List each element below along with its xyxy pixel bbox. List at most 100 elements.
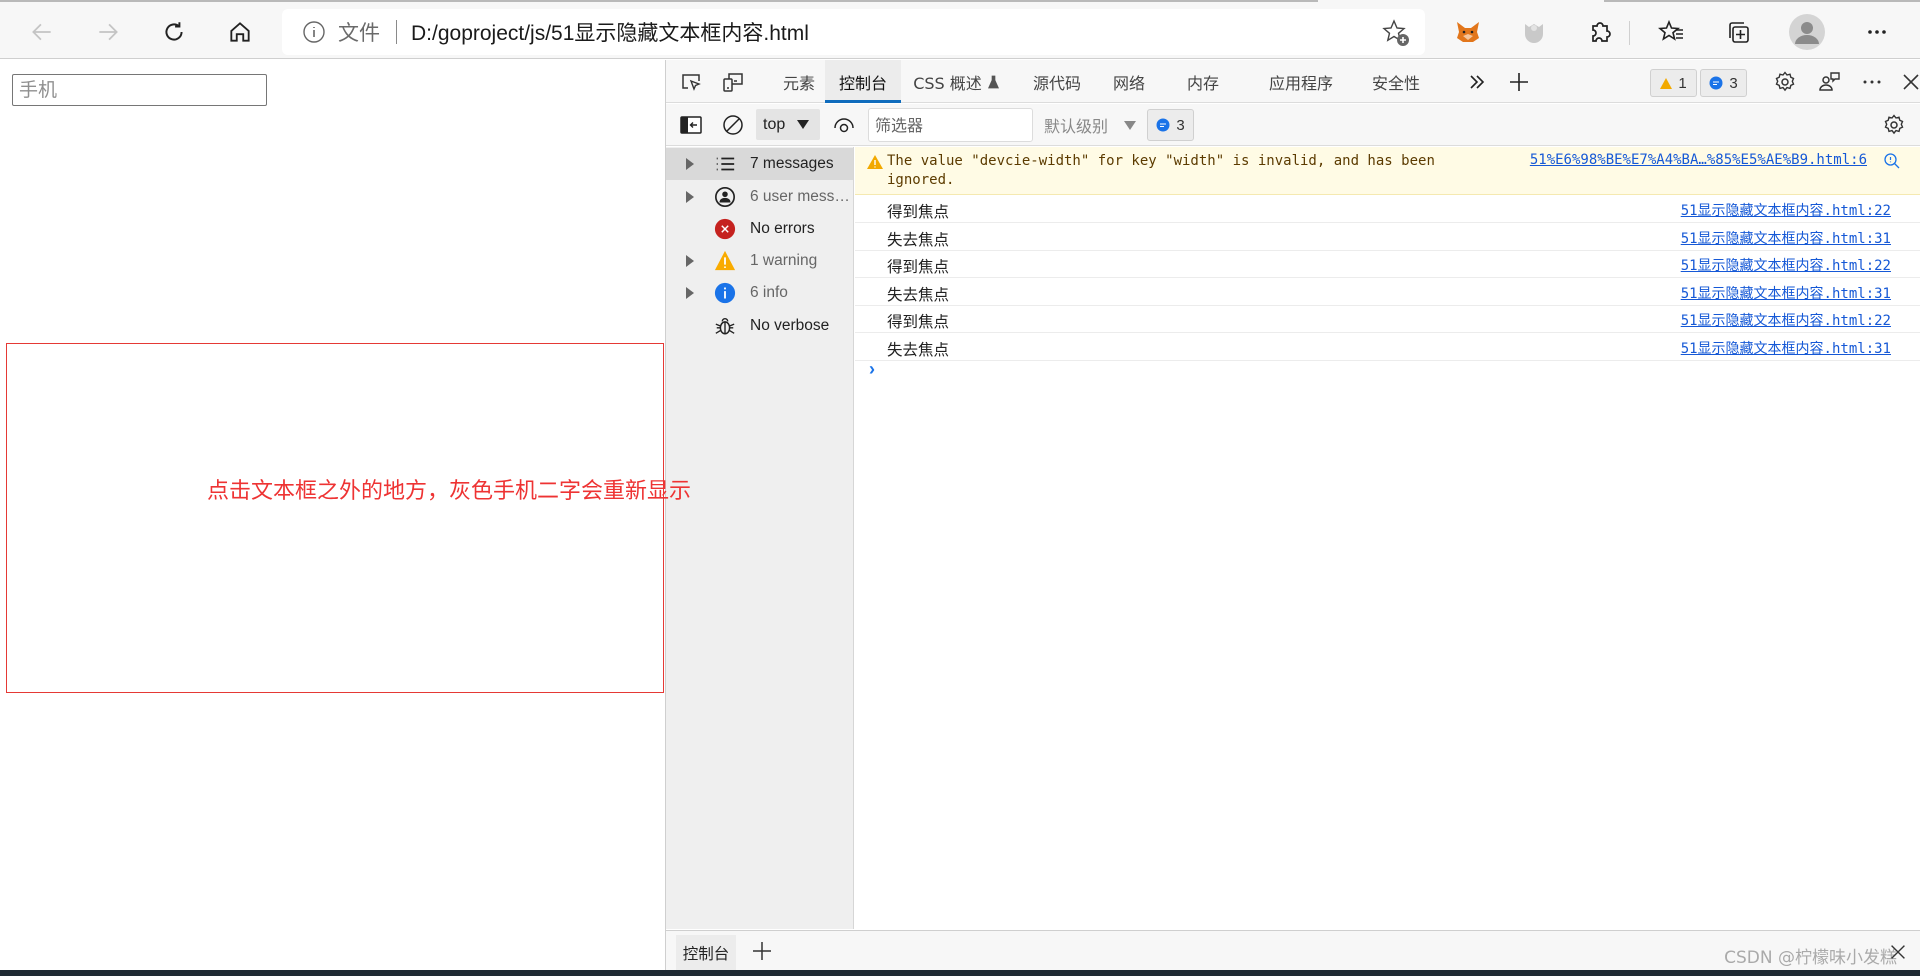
tab-memory[interactable]: 内存 (1178, 60, 1228, 103)
star-list-icon (1658, 19, 1683, 41)
refresh-button[interactable] (156, 14, 192, 50)
close-icon[interactable] (1887, 941, 1909, 963)
sidebar-item-errors[interactable]: No errors (666, 213, 853, 245)
console-log-row: 失去焦点 51显示隐藏文本框内容.html:31 (855, 224, 1920, 251)
arrow-right-icon (99, 23, 118, 41)
close-devtools-button[interactable] (1898, 69, 1920, 95)
log-message: 得到焦点 (887, 258, 950, 276)
watermark: CSDN @柠檬味小发糕 (1724, 948, 1897, 968)
close-icon (1903, 74, 1919, 90)
expand-triangle-icon[interactable] (686, 255, 694, 267)
log-level-select[interactable]: 默认级别 (1044, 109, 1137, 141)
more-tabs-button[interactable] (1464, 69, 1490, 95)
inspect-icon (682, 74, 701, 91)
chevron-double-right-icon (1470, 75, 1485, 89)
log-source-link[interactable]: 51显示隐藏文本框内容.html:22 (1681, 255, 1891, 275)
expand-triangle-icon[interactable] (686, 191, 694, 203)
back-button[interactable] (24, 14, 60, 50)
hint-text: 点击文本框之外的地方，灰色手机二字会重新显示 (207, 479, 692, 504)
tab-security[interactable]: 安全性 (1366, 60, 1426, 103)
ellipsis-icon (1863, 80, 1881, 84)
clear-console-button[interactable] (720, 112, 746, 138)
log-message: 失去焦点 (887, 286, 950, 304)
console-log-row: 失去焦点 51显示隐藏文本框内容.html:31 (855, 334, 1920, 361)
drawer-tab-console[interactable]: 控制台 (676, 935, 736, 975)
sidebar-item-messages[interactable]: 7 messages (666, 148, 853, 180)
profile-button[interactable] (1787, 12, 1827, 52)
fox-icon (1457, 22, 1479, 42)
console-messages: The value "devcie-width" for key "width"… (855, 147, 1920, 929)
phone-input[interactable] (12, 74, 267, 106)
log-message: 失去焦点 (887, 341, 950, 359)
live-expression-button[interactable] (831, 112, 857, 138)
address-bar[interactable]: 文件 D:/goproject/js/51显示隐藏文本框内容.html (282, 9, 1425, 55)
sidebar-item-info[interactable]: 6 info (666, 277, 853, 309)
sidebar-item-warnings[interactable]: 1 warning (666, 245, 853, 277)
info-icon (713, 281, 737, 305)
tab-console[interactable]: 控制台 (825, 60, 901, 103)
log-source-link[interactable]: 51显示隐藏文本框内容.html:22 (1681, 200, 1891, 220)
flask-icon (987, 75, 999, 88)
collections-icon (1729, 22, 1749, 43)
log-source-link[interactable]: 51显示隐藏文本框内容.html:31 (1681, 283, 1891, 303)
console-settings-button[interactable] (1881, 112, 1907, 138)
toggle-sidebar-button[interactable] (678, 112, 704, 138)
messages-badge[interactable]: 3 (1700, 69, 1747, 97)
info-icon[interactable] (302, 20, 326, 44)
context-select[interactable]: top (756, 109, 820, 140)
console-sidebar: 7 messages 6 user messa... No errors 1 w… (666, 147, 854, 929)
favorites-button[interactable] (1655, 15, 1689, 49)
sidebar-item-verbose[interactable]: No verbose (666, 310, 853, 342)
metamask-extension[interactable] (1451, 15, 1485, 49)
feedback-icon (1819, 72, 1840, 91)
plus-icon[interactable] (750, 939, 774, 963)
warning-source-link[interactable]: 51%E6%98%BE%E7%A4%BA…%85%E5%AE%B9.html:6 (1530, 152, 1867, 168)
filter-input[interactable] (868, 108, 1033, 142)
tab-network[interactable]: 网络 (1104, 60, 1154, 103)
log-source-link[interactable]: 51显示隐藏文本框内容.html:31 (1681, 228, 1891, 248)
tab-css-overview[interactable]: CSS 概述 (906, 60, 1006, 103)
device-emulation-button[interactable] (720, 69, 746, 95)
bug-icon (713, 314, 737, 338)
error-icon (713, 217, 737, 241)
sidebar-item-user-messages[interactable]: 6 user messa... (666, 181, 853, 213)
expand-triangle-icon[interactable] (686, 287, 694, 299)
console-log-row: 得到焦点 51显示隐藏文本框内容.html:22 (855, 251, 1920, 278)
url-text[interactable]: D:/goproject/js/51显示隐藏文本框内容.html (411, 17, 809, 47)
log-source-link[interactable]: 51显示隐藏文本框内容.html:22 (1681, 310, 1891, 330)
more-button[interactable] (1860, 15, 1894, 49)
sidebar-toggle-icon (680, 116, 702, 134)
tab-elements[interactable]: 元素 (764, 60, 834, 103)
devtools-more-button[interactable] (1859, 69, 1885, 95)
extensions-button[interactable] (1583, 15, 1617, 49)
grey-extension[interactable] (1517, 15, 1551, 49)
forward-button[interactable] (90, 14, 126, 50)
console-prompt[interactable]: › (869, 359, 875, 380)
devtools-settings-button[interactable] (1772, 69, 1798, 95)
ellipsis-icon (1868, 30, 1886, 34)
warnings-badge[interactable]: 1 (1650, 69, 1697, 97)
plus-icon (1510, 73, 1528, 91)
gear-icon (1884, 114, 1904, 135)
inspect-element-button[interactable] (678, 69, 704, 95)
avatar-icon (1789, 14, 1825, 50)
tab-sources[interactable]: 源代码 (1022, 60, 1092, 103)
gear-icon (1775, 71, 1795, 92)
console-log-row: 得到焦点 51显示隐藏文本框内容.html:22 (855, 306, 1920, 333)
taskbar-edge (0, 970, 1920, 976)
caret-down-icon (797, 120, 810, 129)
log-message: 失去焦点 (887, 231, 950, 249)
add-tab-button[interactable] (1506, 69, 1532, 95)
star-add-icon[interactable] (1381, 18, 1411, 48)
tab-application[interactable]: 应用程序 (1261, 60, 1341, 103)
expand-triangle-icon[interactable] (686, 158, 694, 170)
arrow-left-icon (32, 23, 51, 41)
feedback-button[interactable] (1817, 69, 1843, 95)
home-button[interactable] (222, 14, 258, 50)
search-icon[interactable] (1883, 152, 1901, 170)
issues-count-button[interactable]: 3 (1147, 109, 1194, 141)
collections-button[interactable] (1721, 15, 1755, 49)
caret-down-icon (1124, 120, 1137, 130)
extension-logo-icon (1525, 24, 1543, 43)
log-source-link[interactable]: 51显示隐藏文本框内容.html:31 (1681, 338, 1891, 358)
